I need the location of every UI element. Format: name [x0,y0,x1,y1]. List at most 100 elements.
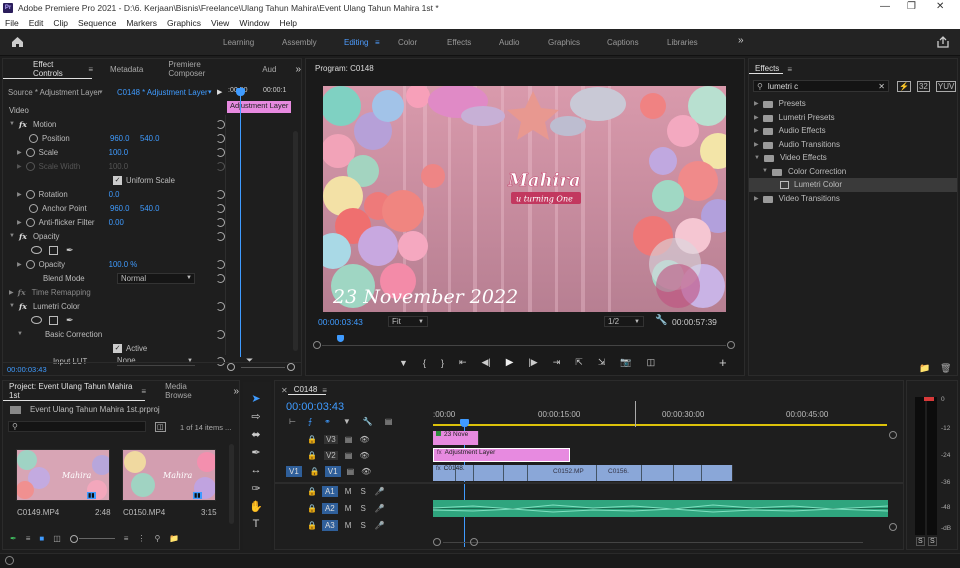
lock-icon[interactable]: 🔒 [310,467,320,476]
eye-icon[interactable]: 👁 [361,467,371,476]
comparison-view-icon[interactable]: ◫ [647,357,656,368]
tab-project[interactable]: Project: Event Ulang Tahun Mahira 1st [3,382,146,401]
expand-icon[interactable]: ▶ [754,114,759,121]
search-bin-icon[interactable]: ⚲ [154,534,160,543]
ellipse-mask-icon[interactable] [31,316,42,324]
freeform-view-icon[interactable]: ◫ [53,534,61,543]
tree-item-lumetri-color[interactable]: Lumetri Color [749,178,957,192]
work-area-bar[interactable] [433,424,887,426]
expand-icon[interactable]: ▶ [17,191,22,198]
stopwatch-icon[interactable] [25,217,35,227]
new-bin-icon[interactable]: 📁 [919,363,930,374]
minimize-icon[interactable]: — [880,1,890,12]
active-checkbox[interactable]: ✓ [113,343,122,353]
ec-playhead[interactable] [240,87,241,357]
panel-menu-icon[interactable]: ≡ [322,386,327,395]
ec-timecode[interactable]: 00:00:03:43 [7,365,47,374]
clear-search-icon[interactable]: ✕ [878,82,885,91]
rectangle-mask-icon[interactable] [49,315,58,325]
lock-icon[interactable]: 🔒 [307,435,317,444]
filter-icon[interactable]: ⏷ [246,355,253,366]
uniform-scale-checkbox[interactable]: ✓ [113,175,122,185]
clip-indicator[interactable] [924,397,934,401]
mute-button[interactable]: M [345,521,352,530]
menu-file[interactable]: File [5,18,19,28]
program-scrub-bar[interactable] [322,345,726,346]
stopwatch-icon[interactable] [25,189,35,199]
menu-view[interactable]: View [211,18,229,28]
rotation-value[interactable]: 0.0 [109,190,120,199]
panel-menu-icon[interactable]: ≡ [141,387,146,396]
reset-icon[interactable] [216,203,225,213]
track-label-a2[interactable]: A2 [321,503,338,514]
captions-icon[interactable]: ▤ [385,417,393,426]
workspace-audio[interactable]: Audio [499,38,519,47]
workspace-graphics[interactable]: Graphics [548,38,580,47]
h-scroll-left-handle[interactable] [433,538,441,546]
menu-markers[interactable]: Markers [126,18,157,28]
reset-icon[interactable] [216,301,225,311]
selection-tool-icon[interactable]: ➤ [246,392,266,408]
track-label-v2[interactable]: V2 [323,450,338,460]
tree-item-lumetri-presets[interactable]: ▶ Lumetri Presets [749,111,957,125]
solo-button[interactable]: S [360,504,365,513]
clip-edit-point[interactable] [641,465,642,481]
menu-edit[interactable]: Edit [29,18,44,28]
more-tabs-icon[interactable]: » [295,64,301,75]
menu-clip[interactable]: Clip [53,18,68,28]
mute-button[interactable]: M [345,504,352,513]
expand-icon[interactable]: ▶ [754,127,759,134]
flicker-value[interactable]: 0.00 [109,218,124,227]
target-clip-label[interactable]: C0148 * Adjustment Layer [117,88,208,97]
position-y-value[interactable]: 540.0 [140,134,160,143]
collapse-icon[interactable]: ▼ [9,121,15,127]
reset-icon[interactable] [216,147,225,157]
eye-icon[interactable]: 👁 [359,451,369,460]
panel-menu-icon[interactable]: ≡ [88,65,93,74]
nest-icon[interactable]: ⊢ [289,417,296,426]
lumetri-section-row[interactable]: ▼ fx Lumetri Color [3,299,225,313]
sort-icon[interactable]: ≡ [124,534,129,543]
reset-icon[interactable] [216,217,225,227]
time-remapping-row[interactable]: ▶ fx Time Remapping [3,285,225,299]
track-label-a3[interactable]: A3 [321,520,338,531]
home-icon[interactable] [11,36,24,48]
project-search-field[interactable]: ⚲ [8,421,146,432]
solo-button[interactable]: S [360,521,365,530]
thumbnail-c0149[interactable]: Mahira ▮▮ [16,449,110,501]
expand-icon[interactable]: ▶ [754,195,759,202]
clip-edit-point[interactable] [455,465,456,481]
panel-menu-icon[interactable]: ≡ [787,65,792,74]
yuv-effects-icon[interactable]: YUV [935,81,957,92]
v-scroll-top-handle[interactable] [889,431,897,439]
lock-icon[interactable]: 🔒 [307,451,317,460]
extract-icon[interactable]: ⇲ [598,357,606,368]
mark-in-icon[interactable]: { [423,358,426,368]
lock-icon[interactable]: 🔒 [307,487,317,496]
go-to-out-icon[interactable]: ⇥ [553,357,561,368]
lift-icon[interactable]: ⇱ [575,357,583,368]
timeline-ruler[interactable]: :00:00 00:00:15:00 00:00:30:00 00:00:45:… [433,408,887,426]
fx-icon[interactable]: fx [19,232,27,241]
voiceover-mic-icon[interactable]: 🎤 [375,487,385,496]
settings-wrench-icon[interactable]: 🔧 [655,315,667,326]
playhead-handle[interactable] [460,419,469,427]
track-label-v1[interactable]: V1 [324,466,341,477]
program-video-frame[interactable]: Mahira u turning One 23 November 2022 [323,86,726,312]
type-tool-icon[interactable]: T [246,518,266,534]
automate-icon[interactable]: ⋮ [137,534,145,543]
workspace-menu-icon[interactable]: ≡ [375,38,380,47]
track-label-a1[interactable]: A1 [321,486,338,497]
workspace-captions[interactable]: Captions [607,38,639,47]
tab-audio[interactable]: Aud [246,65,285,74]
clip-audio-a2[interactable] [433,500,888,517]
program-playhead[interactable] [337,335,344,342]
solo-left-button[interactable]: S [916,537,925,546]
clip-edit-point[interactable] [503,465,504,481]
wrench-icon[interactable]: 🔧 [363,417,373,426]
expand-icon[interactable]: ▶ [17,219,22,226]
clip-title-23-nove[interactable]: 23 Nove [433,431,479,445]
motion-row[interactable]: ▼ fx Motion [3,117,225,131]
source-patch-v1[interactable]: V1 [286,466,302,477]
stopwatch-icon[interactable] [25,147,35,157]
